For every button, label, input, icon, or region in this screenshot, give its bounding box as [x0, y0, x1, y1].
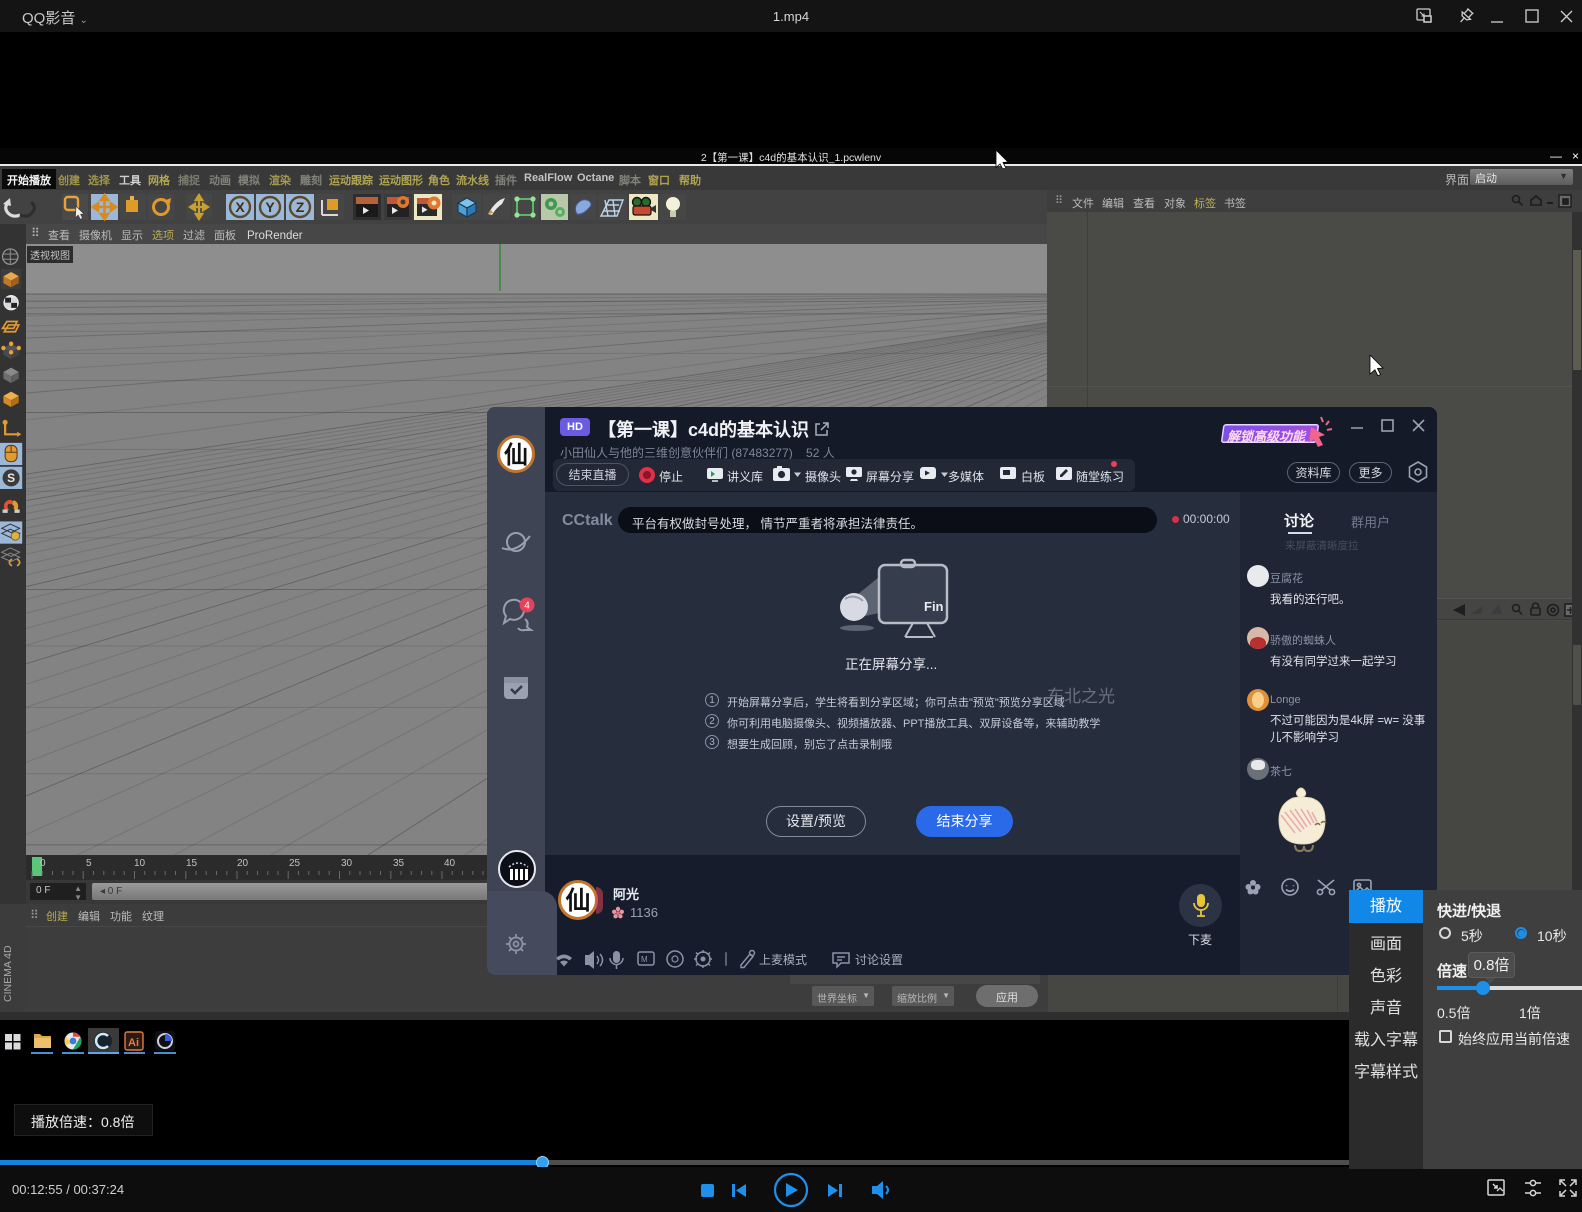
svg-text:Y: Y — [265, 199, 275, 215]
svg-text:S: S — [7, 471, 15, 485]
svg-text:M: M — [641, 955, 648, 964]
svg-text:Z: Z — [296, 199, 305, 215]
svg-text:Fin: Fin — [924, 599, 944, 614]
svg-text:4: 4 — [524, 601, 530, 612]
svg-text:上麦模式: 上麦模式 — [759, 953, 807, 967]
svg-text:Ai: Ai — [128, 1037, 139, 1049]
svg-text:讨论设置: 讨论设置 — [855, 953, 903, 967]
svg-text:X: X — [235, 199, 245, 215]
